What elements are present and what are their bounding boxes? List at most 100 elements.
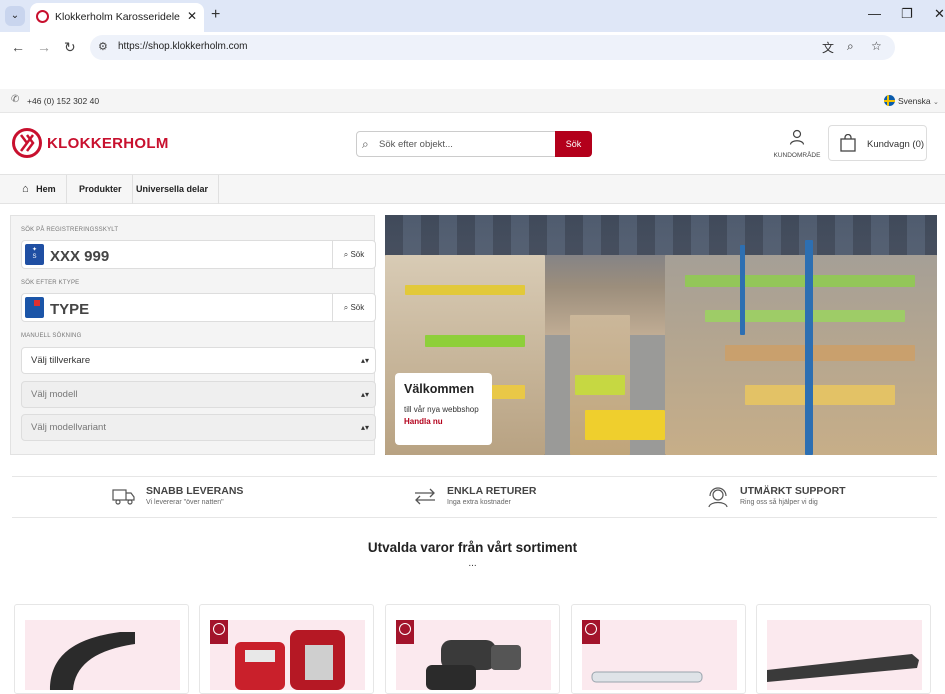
search-input[interactable]: [379, 136, 549, 152]
search-button-label: Sök: [350, 250, 365, 259]
divider: [12, 517, 937, 518]
back-icon[interactable]: ←: [11, 39, 25, 55]
shop-now-link[interactable]: Handla nu: [404, 417, 483, 426]
browser-toolbar: ← → ↻ ⚙ https://shop.klokkerholm.com 文 ⌕…: [0, 32, 945, 62]
chevron-down-icon: ⌄: [932, 99, 939, 106]
nav-item-universal-parts[interactable]: Universella delar: [126, 175, 220, 204]
usp-subtitle: Inga extra kostnader: [447, 499, 511, 506]
product-image: [25, 620, 180, 690]
support-icon: [706, 486, 730, 512]
product-image: [767, 620, 922, 690]
search-icon: ⌕: [343, 303, 349, 312]
eu-plate-icon: ✦ S: [25, 244, 44, 265]
usp-title: UTMÄRKT SUPPORT: [740, 485, 846, 497]
nav-item-products[interactable]: Produkter: [69, 175, 133, 204]
reg-label: SÖK PÅ REGISTRERINGSSKYLT: [21, 227, 119, 233]
tecdoc-icon: [25, 297, 44, 318]
product-card[interactable]: [199, 604, 374, 694]
divider: [12, 476, 937, 477]
hero-roof: [385, 215, 937, 255]
minimize-icon[interactable]: —: [868, 6, 881, 21]
usp-fast-delivery: SNABB LEVERANS Vi levererar "över natten…: [112, 484, 292, 512]
cart-label: Kundvagn (0): [867, 139, 925, 150]
model-variant-select[interactable]: Välj modellvariant ▴▾: [21, 414, 376, 441]
shopping-bag-icon: [839, 133, 857, 157]
address-bar[interactable]: ⚙ https://shop.klokkerholm.com 文 ⌕ ☆: [90, 35, 895, 60]
usp-easy-returns: ENKLA RETURER Inga extra kostnader: [413, 484, 593, 512]
manufacturer-select[interactable]: Välj tillverkare ▴▾: [21, 347, 376, 374]
product-image: [582, 620, 737, 690]
country-code: S: [32, 254, 37, 260]
product-card[interactable]: [385, 604, 560, 694]
ktype-search-button[interactable]: ⌕ Sök: [332, 294, 375, 321]
sort-arrows-icon: ▴▾: [360, 423, 369, 432]
featured-dots: ...: [468, 558, 477, 569]
tab-close-icon[interactable]: ✕: [187, 9, 197, 23]
restore-icon[interactable]: ❐: [901, 6, 913, 22]
model-select[interactable]: Välj modell ▴▾: [21, 381, 376, 408]
product-card[interactable]: [14, 604, 189, 694]
welcome-title: Välkommen: [404, 382, 475, 396]
customer-area-link[interactable]: KUNDOMRÅDE: [770, 129, 824, 159]
select-value: Välj modell: [31, 389, 78, 400]
cart-button[interactable]: Kundvagn (0): [828, 125, 927, 161]
forward-icon[interactable]: →: [37, 39, 51, 55]
logo-text[interactable]: KLOKKERHOLM: [47, 135, 169, 152]
language-label: Svenska: [898, 96, 931, 106]
window-close-icon[interactable]: ✕: [934, 6, 945, 22]
product-image: [210, 620, 365, 690]
usp-title: SNABB LEVERANS: [146, 485, 244, 497]
usp-support: UTMÄRKT SUPPORT Ring oss så hjälper vi d…: [706, 484, 886, 512]
browser-tabstrip: ⌄ Klokkerholm Karosseridele - Fø ✕ + — ❐…: [0, 0, 945, 32]
reg-search-button[interactable]: ⌕ Sök: [332, 241, 375, 268]
reg-plate-field[interactable]: ✦ S ⌕ Sök: [21, 240, 376, 269]
brand-badge-icon: [210, 620, 228, 644]
category-nav: ⌂ Hem Produkter Universella delar: [0, 174, 945, 204]
ktype-field[interactable]: ⌕ Sök: [21, 293, 376, 322]
translate-icon[interactable]: 文: [822, 39, 834, 56]
reg-plate-input[interactable]: [50, 247, 310, 265]
usp-subtitle: Vi levererar "över natten": [146, 499, 224, 506]
manual-search-label: MANUELL SÖKNING: [21, 333, 82, 339]
site-info-icon[interactable]: ⚙: [98, 40, 108, 53]
reload-icon[interactable]: ↻: [64, 39, 76, 55]
browser-tab[interactable]: Klokkerholm Karosseridele - Fø ✕: [30, 3, 204, 32]
product-image: [396, 620, 551, 690]
product-card[interactable]: [571, 604, 746, 694]
bookmark-star-icon[interactable]: ☆: [871, 39, 882, 53]
zoom-icon[interactable]: ⌕: [847, 39, 854, 54]
usp-title: ENKLA RETURER: [447, 485, 537, 497]
url-text[interactable]: https://shop.klokkerholm.com: [118, 41, 248, 52]
search-button-label: Sök: [350, 303, 365, 312]
ktype-input[interactable]: [50, 300, 310, 318]
search-icon: ⌕: [362, 137, 369, 151]
vehicle-search-panel: SÖK PÅ REGISTRERINGSSKYLT ✦ S ⌕ Sök SÖK …: [10, 215, 376, 455]
select-value: Välj modellvariant: [31, 422, 106, 433]
customer-area-label: KUNDOMRÅDE: [773, 152, 821, 159]
search-field[interactable]: ⌕: [356, 131, 556, 157]
language-selector[interactable]: Svenska ⌄: [898, 96, 939, 106]
sort-arrows-icon: ▴▾: [360, 390, 369, 399]
phone-icon: ✆: [11, 94, 20, 105]
brand-badge-icon: [396, 620, 414, 644]
new-tab-button[interactable]: +: [211, 6, 220, 24]
welcome-subtitle: till vår nya webbshop: [404, 405, 479, 414]
nav-item-label: Hem: [36, 184, 56, 194]
usp-subtitle: Ring oss så hjälper vi dig: [740, 499, 818, 506]
nav-item-label: Universella delar: [136, 184, 209, 194]
ktype-label: SÖK EFTER KTYPE: [21, 280, 80, 286]
logo-icon[interactable]: [12, 128, 42, 158]
sort-arrows-icon: ▴▾: [360, 356, 369, 365]
truck-icon: [112, 486, 136, 510]
phone-number[interactable]: +46 (0) 152 302 40: [27, 96, 99, 106]
search-button[interactable]: Sök: [555, 131, 592, 157]
tab-search-button[interactable]: ⌄: [5, 6, 25, 26]
tab-title: Klokkerholm Karosseridele - Fø: [55, 11, 183, 23]
nav-item-label: Produkter: [79, 184, 122, 194]
nav-item-home[interactable]: ⌂ Hem: [10, 175, 67, 204]
home-icon: ⌂: [22, 183, 29, 195]
arrows-icon: [413, 486, 437, 510]
product-card[interactable]: [756, 604, 931, 694]
sweden-flag-icon: [884, 95, 895, 106]
search-icon: ⌕: [343, 250, 349, 259]
